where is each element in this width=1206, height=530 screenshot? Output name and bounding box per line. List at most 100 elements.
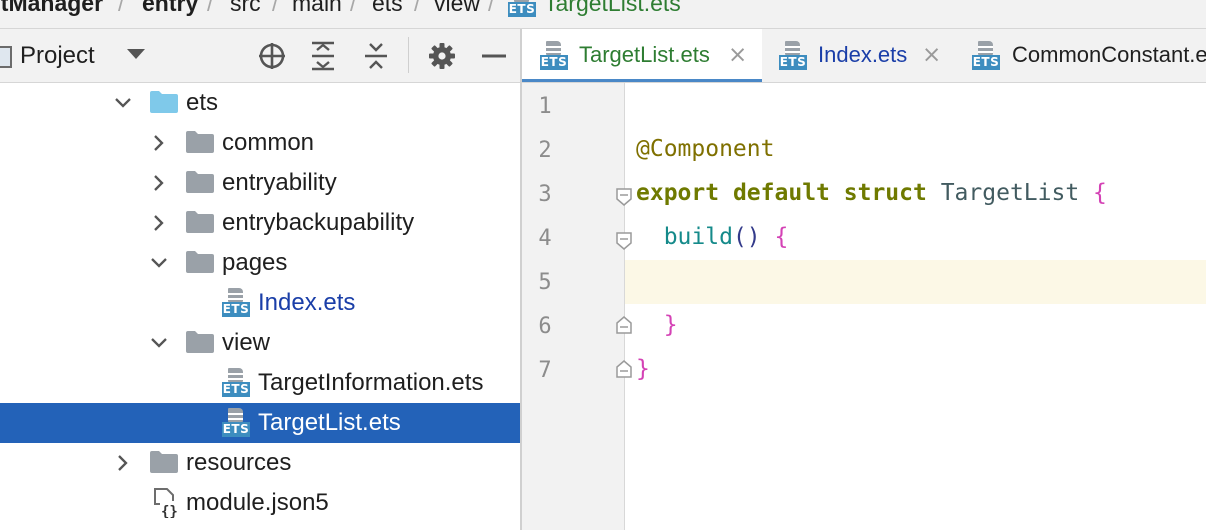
tree-item-label: TargetList.ets [258, 409, 401, 436]
chevron-down-icon[interactable] [149, 333, 169, 353]
project-icon [0, 46, 12, 68]
tree-row-ets[interactable]: ets [0, 83, 520, 123]
tree-row-index-ets[interactable]: ETS Index.ets [0, 283, 520, 323]
project-panel-toolbar: Project [0, 29, 520, 83]
tree-item-label: TargetInformation.ets [258, 369, 484, 396]
fold-open-icon[interactable] [615, 188, 633, 206]
ets-file-icon: ETS [540, 41, 568, 71]
toolbar-divider [408, 37, 409, 73]
json-file-icon: {} [154, 488, 178, 518]
chevron-right-icon[interactable] [149, 213, 169, 233]
annotation: @Component [636, 136, 775, 162]
chevron-down-icon[interactable] [149, 253, 169, 273]
folder-icon [186, 331, 214, 353]
line-number: 1 [538, 94, 552, 119]
tree-item-label: Index.ets [258, 289, 356, 316]
tab-label: Index.ets [818, 42, 908, 67]
tab-label: TargetList.ets [579, 42, 710, 67]
keyword: export [636, 180, 720, 206]
tree-row-pages[interactable]: pages [0, 243, 520, 283]
close-icon[interactable]: × [728, 42, 747, 68]
code-line-6[interactable]: } [636, 312, 678, 338]
gear-icon[interactable] [427, 41, 457, 71]
tab-targetlist-ets[interactable]: ETS TargetList.ets × [522, 29, 762, 82]
type-name: TargetList [940, 180, 1080, 206]
fold-close-icon[interactable] [615, 360, 633, 378]
breadcrumb-separator: / [118, 0, 125, 16]
keyword: struct [843, 180, 927, 206]
breadcrumb-item-view[interactable]: view [434, 0, 480, 17]
tab-commonconstant-ets[interactable]: ETS CommonConstant.ets [954, 29, 1206, 82]
ets-file-icon: ETS [222, 368, 250, 398]
line-number: 7 [538, 358, 552, 383]
fold-close-icon[interactable] [615, 316, 633, 334]
chevron-down-icon[interactable] [113, 93, 133, 113]
tree-row-targetinformation-ets[interactable]: ETS TargetInformation.ets [0, 363, 520, 403]
ets-file-icon: ETS [508, 0, 536, 18]
tree-row-module-json5[interactable]: {} module.json5 [0, 483, 520, 523]
line-number-gutter: 1 2 3 4 5 6 7 [522, 83, 625, 530]
chevron-right-icon[interactable] [149, 173, 169, 193]
line-number: 3 [538, 182, 552, 207]
code-line-4[interactable]: build() { [636, 224, 789, 250]
locate-icon[interactable] [257, 41, 287, 71]
breadcrumb-separator: / [414, 0, 421, 16]
tree-item-label: module.json5 [186, 489, 329, 516]
line-number: 2 [538, 138, 552, 163]
fold-open-icon[interactable] [615, 232, 633, 250]
breadcrumb-item-project[interactable]: etManager [0, 0, 103, 17]
chevron-right-icon[interactable] [149, 133, 169, 153]
svg-text:{}: {} [161, 504, 178, 518]
editor-tab-bar: ETS TargetList.ets × ETS Index.ets × ETS… [522, 29, 1206, 83]
code-line-7[interactable]: } [636, 356, 650, 382]
tree-item-label: entryability [222, 169, 337, 196]
breadcrumb-separator: / [350, 0, 357, 16]
line-number: 6 [538, 314, 552, 339]
folder-icon [186, 171, 214, 193]
source-folder-icon [150, 91, 178, 113]
folder-icon [186, 131, 214, 153]
project-view-selector[interactable]: Project [20, 42, 95, 70]
tree-row-common[interactable]: common [0, 123, 520, 163]
tab-index-ets[interactable]: ETS Index.ets × [762, 29, 954, 82]
tree-item-label: pages [222, 249, 288, 276]
brace: { [1093, 180, 1107, 206]
folder-icon [150, 451, 178, 473]
ets-file-icon: ETS [222, 408, 250, 438]
code-line-2[interactable]: @Component [636, 136, 774, 162]
tree-row-view[interactable]: view [0, 323, 520, 363]
collapse-all-icon[interactable] [361, 41, 391, 71]
tab-label: CommonConstant.ets [1012, 42, 1206, 67]
expand-all-icon[interactable] [308, 41, 338, 71]
breadcrumb-item-ets[interactable]: ets [372, 0, 403, 17]
tree-item-label: view [222, 329, 271, 356]
tree-row-resources[interactable]: resources [0, 443, 520, 483]
parentheses: () [732, 224, 761, 250]
breadcrumb-item-src[interactable]: src [230, 0, 261, 17]
breadcrumb-separator: / [272, 0, 279, 16]
code-editor: ETS TargetList.ets × ETS Index.ets × ETS… [522, 29, 1206, 530]
minimize-icon[interactable] [479, 41, 509, 71]
breadcrumb-item-entry[interactable]: entry [142, 0, 198, 17]
close-icon[interactable]: × [922, 42, 941, 68]
brace: { [774, 224, 789, 250]
breadcrumb-item-current-file[interactable]: TargetList.ets [544, 0, 681, 17]
folder-icon [186, 211, 214, 233]
tree-item-label: resources [186, 449, 292, 476]
tree-row-entryability[interactable]: entryability [0, 163, 520, 203]
breadcrumb-item-main[interactable]: main [292, 0, 342, 17]
line-number: 4 [538, 226, 552, 251]
ets-file-icon: ETS [222, 288, 250, 318]
line-number: 5 [538, 270, 552, 295]
code-line-5[interactable] [636, 268, 650, 294]
keyword: default [732, 180, 830, 206]
ets-file-icon: ETS [779, 41, 807, 71]
chevron-down-icon[interactable] [127, 49, 145, 59]
tree-item-label: ets [186, 89, 219, 116]
code-line-3[interactable]: export default struct TargetList { [636, 180, 1107, 206]
tree-row-entrybackupability[interactable]: entrybackupability [0, 203, 520, 243]
tree-row-targetlist-ets[interactable]: ETS TargetList.ets [0, 403, 520, 443]
tree-item-label: entrybackupability [222, 209, 415, 236]
chevron-right-icon[interactable] [113, 453, 133, 473]
breadcrumb-separator: / [207, 0, 214, 16]
